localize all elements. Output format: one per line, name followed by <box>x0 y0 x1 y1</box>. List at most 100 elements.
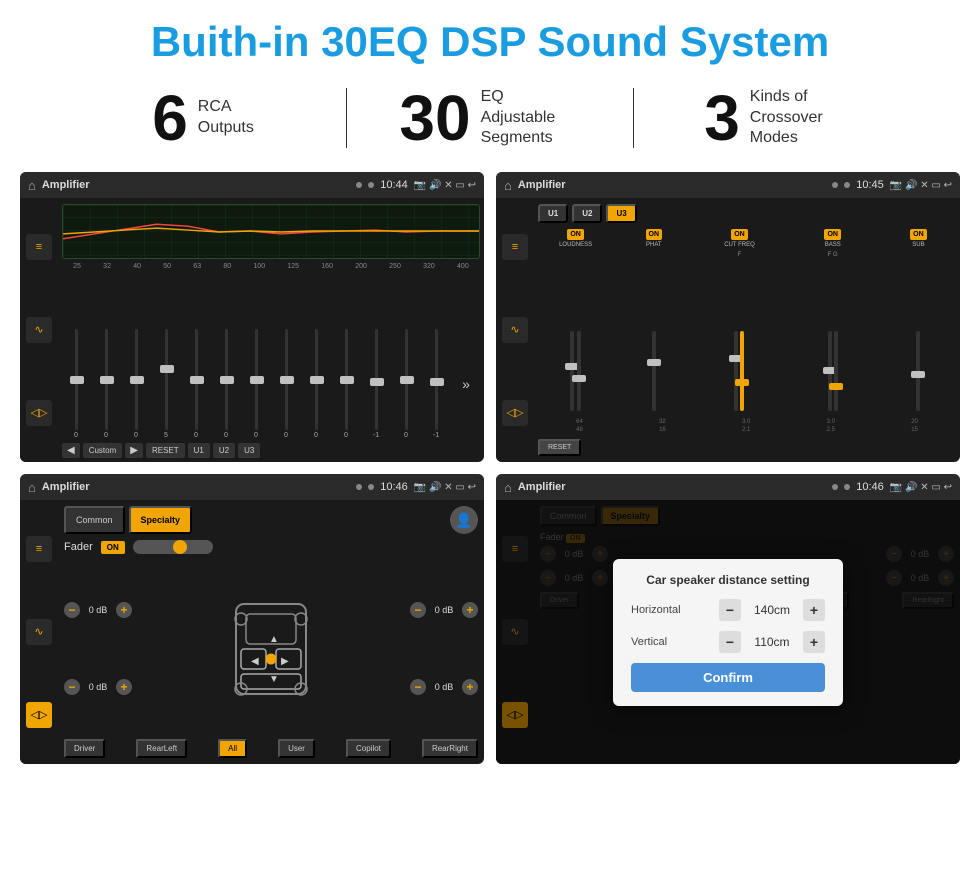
eq-sliders: 0 0 0 5 0 <box>62 272 480 439</box>
screen-crossover: ⌂ Amplifier 10:45 📷 🔊 ✕ ▭ ↩ ≡ ∿ ◁▷ U1 U2… <box>496 172 960 462</box>
dialog-horizontal-row: Horizontal − 140cm + <box>631 599 825 621</box>
home-icon[interactable]: ⌂ <box>28 178 36 193</box>
eq-play-btn[interactable]: ▶ <box>125 443 143 458</box>
screen-fader: ⌂ Amplifier 10:46 📷 🔊 ✕ ▭ ↩ ≡ ∿ ◁▷ Commo… <box>20 474 484 764</box>
eq-slider-13[interactable]: -1 <box>422 329 450 439</box>
tab-common-btn[interactable]: Common <box>64 506 125 534</box>
confirm-button[interactable]: Confirm <box>631 663 825 692</box>
eq-reset-btn[interactable]: RESET <box>146 443 185 458</box>
screen3-time: 10:46 <box>380 481 408 493</box>
preset-u2-btn[interactable]: U2 <box>572 204 602 223</box>
fader-text-label: Fader <box>64 541 93 553</box>
eq-slider-12[interactable]: 0 <box>392 329 420 439</box>
eq-freq-labels: 253240506380100125160200250320400 <box>62 263 480 270</box>
rearright-btn[interactable]: RearRight <box>422 739 478 758</box>
stat-crossover: 3 Kinds ofCrossover Modes <box>634 86 920 150</box>
sidebar-vol-icon-2[interactable]: ◁▷ <box>502 400 528 426</box>
eq-u2-btn[interactable]: U2 <box>213 443 235 458</box>
horizontal-plus-btn[interactable]: + <box>803 599 825 621</box>
sidebar-eq-icon-3[interactable]: ≡ <box>26 536 52 562</box>
ch-cutfreq-label: CUT FREQ <box>724 242 755 248</box>
dialog-overlay: Car speaker distance setting Horizontal … <box>496 500 960 764</box>
db-plus-btn-3[interactable]: + <box>462 602 478 618</box>
eq-slider-7[interactable]: 0 <box>242 329 270 439</box>
sidebar-vol-icon-3[interactable]: ◁▷ <box>26 702 52 728</box>
topbar-dot7 <box>832 484 838 490</box>
svg-text:▶: ▶ <box>281 656 289 667</box>
eq-slider-expand[interactable]: » <box>452 329 480 439</box>
preset-u1-btn[interactable]: U1 <box>538 204 568 223</box>
eq-u3-btn[interactable]: U3 <box>238 443 260 458</box>
eq-slider-8[interactable]: 0 <box>272 329 300 439</box>
driver-btn[interactable]: Driver <box>64 739 105 758</box>
sidebar-vol-icon[interactable]: ◁▷ <box>26 400 52 426</box>
eq-prev-btn[interactable]: ◀ <box>62 443 80 458</box>
rearleft-btn[interactable]: RearLeft <box>136 739 187 758</box>
db-minus-btn-1[interactable]: − <box>64 602 80 618</box>
sidebar-wave-icon-3[interactable]: ∿ <box>26 619 52 645</box>
screen3-topbar: ⌂ Amplifier 10:46 📷 🔊 ✕ ▭ ↩ <box>20 474 484 500</box>
profile-icon-3[interactable]: 👤 <box>450 506 478 534</box>
eq-slider-9[interactable]: 0 <box>302 329 330 439</box>
vertical-plus-btn[interactable]: + <box>803 631 825 653</box>
db-control-bottom-left: − 0 dB + <box>64 679 132 695</box>
db-value-3: 0 dB <box>429 605 459 615</box>
home-icon-3[interactable]: ⌂ <box>28 480 36 495</box>
stat-rca-number: 6 <box>152 86 188 150</box>
db-minus-btn-2[interactable]: − <box>64 679 80 695</box>
eq-slider-5[interactable]: 0 <box>182 329 210 439</box>
eq-bottom-controls: ◀ Custom ▶ RESET U1 U2 U3 <box>62 443 480 458</box>
home-icon-2[interactable]: ⌂ <box>504 178 512 193</box>
channel-sub: ON SUB <box>881 229 956 419</box>
db-minus-btn-3[interactable]: − <box>410 602 426 618</box>
copilot-btn[interactable]: Copilot <box>346 739 391 758</box>
db-control-top-left: − 0 dB + <box>64 602 132 618</box>
screen4-topbar: ⌂ Amplifier 10:46 📷 🔊 ✕ ▭ ↩ <box>496 474 960 500</box>
eq-slider-4[interactable]: 5 <box>152 329 180 439</box>
dialog-horizontal-label: Horizontal <box>631 604 701 616</box>
eq-slider-6[interactable]: 0 <box>212 329 240 439</box>
user-btn[interactable]: User <box>278 739 315 758</box>
screen4-icons: 📷 🔊 ✕ ▭ ↩ <box>890 482 952 493</box>
screens-grid: ⌂ Amplifier 10:44 📷 🔊 ✕ ▭ ↩ ≡ ∿ ◁▷ <box>0 164 980 774</box>
eq-slider-1[interactable]: 0 <box>62 329 90 439</box>
fader-slider-horizontal[interactable] <box>133 540 213 554</box>
stats-row: 6 RCAOutputs 30 EQ AdjustableSegments 3 … <box>0 76 980 164</box>
db-value-4: 0 dB <box>429 682 459 692</box>
screen1-topbar: ⌂ Amplifier 10:44 📷 🔊 ✕ ▭ ↩ <box>20 172 484 198</box>
db-plus-btn-4[interactable]: + <box>462 679 478 695</box>
tab-specialty-btn[interactable]: Specialty <box>129 506 193 534</box>
eq-custom-btn[interactable]: Custom <box>83 443 123 458</box>
sidebar-eq-icon-2[interactable]: ≡ <box>502 234 528 260</box>
eq-slider-3[interactable]: 0 <box>122 329 150 439</box>
distance-dialog: Car speaker distance setting Horizontal … <box>613 559 843 706</box>
eq-u1-btn[interactable]: U1 <box>188 443 210 458</box>
ch-phat-on: ON <box>646 229 663 240</box>
sidebar-eq-icon[interactable]: ≡ <box>26 234 52 260</box>
screen4-body: ≡ ∿ ◁▷ Common Specialty Fader ON − <box>496 500 960 764</box>
all-btn[interactable]: All <box>218 739 247 758</box>
stat-crossover-number: 3 <box>704 86 740 150</box>
db-plus-btn-2[interactable]: + <box>116 679 132 695</box>
channel-bass: ON BASS F G <box>788 229 878 419</box>
crossover-reset-btn[interactable]: RESET <box>538 439 581 456</box>
eq-slider-11[interactable]: -1 <box>362 329 390 439</box>
horizontal-minus-btn[interactable]: − <box>719 599 741 621</box>
topbar-dot3 <box>832 182 838 188</box>
vertical-minus-btn[interactable]: − <box>719 631 741 653</box>
db-minus-btn-4[interactable]: − <box>410 679 426 695</box>
preset-u3-btn[interactable]: U3 <box>606 204 636 223</box>
screen-distance: ⌂ Amplifier 10:46 📷 🔊 ✕ ▭ ↩ ≡ ∿ ◁▷ Commo… <box>496 474 960 764</box>
eq-slider-2[interactable]: 0 <box>92 329 120 439</box>
page-title: Buith-in 30EQ DSP Sound System <box>0 0 980 76</box>
svg-text:◀: ◀ <box>251 656 259 667</box>
channel-phat: ON PHAT <box>616 229 691 419</box>
dialog-vertical-row: Vertical − 110cm + <box>631 631 825 653</box>
sidebar-wave-icon-2[interactable]: ∿ <box>502 317 528 343</box>
screen4-title: Amplifier <box>518 481 826 493</box>
sidebar-wave-icon[interactable]: ∿ <box>26 317 52 343</box>
db-plus-btn-1[interactable]: + <box>116 602 132 618</box>
home-icon-4[interactable]: ⌂ <box>504 480 512 495</box>
svg-text:▼: ▼ <box>269 674 279 685</box>
eq-slider-10[interactable]: 0 <box>332 329 360 439</box>
